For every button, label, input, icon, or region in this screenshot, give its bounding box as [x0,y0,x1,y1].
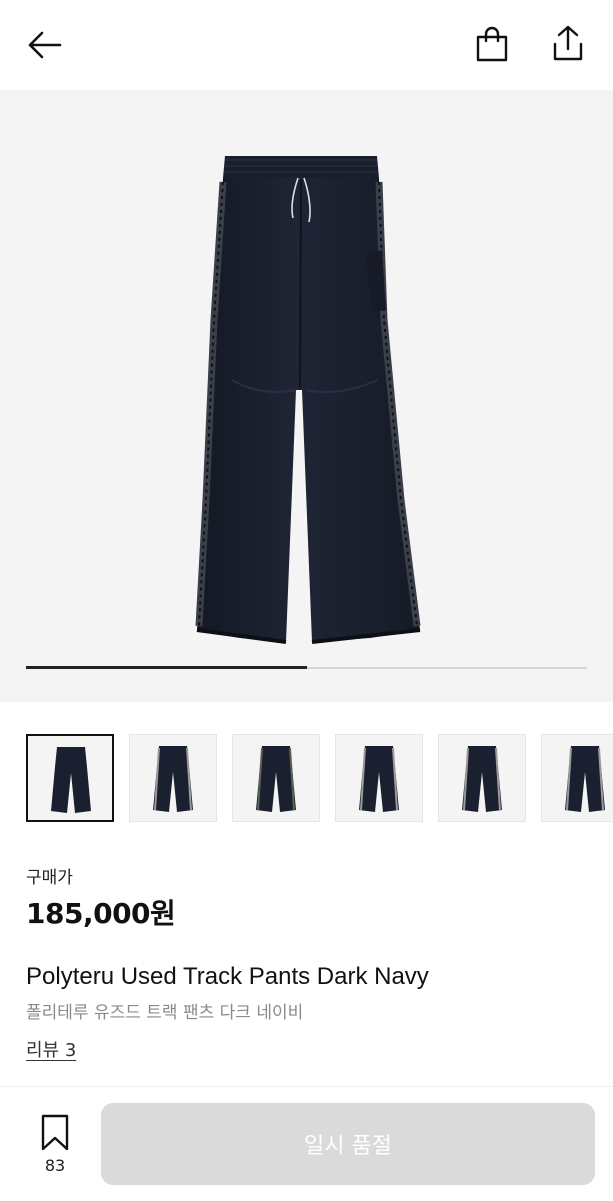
bookmark-count: 83 [44,1156,66,1175]
product-title-ko: 폴리테루 유즈드 트랙 팬츠 다크 네이비 [26,1003,304,1023]
share-button[interactable] [546,22,590,64]
back-button[interactable] [22,26,66,64]
gallery-progress-track [26,666,587,669]
thumbnail-6[interactable] [541,734,613,822]
product-image-gallery[interactable] [0,90,613,702]
thumbnail-strip [26,734,613,824]
product-title-en: Polyteru Used Track Pants Dark Navy [26,963,429,990]
price-label: 구매가 [26,868,73,888]
sold-out-button[interactable]: 일시 품절 [101,1103,595,1185]
share-icon [553,25,583,61]
thumbnail-4[interactable] [335,734,423,822]
product-price: 185,000원 [26,897,176,930]
arrow-left-icon [28,31,62,59]
bookmark-button[interactable]: 83 [32,1112,78,1182]
thumbnail-1[interactable] [26,734,114,822]
review-link[interactable]: 리뷰 3 [26,1036,76,1062]
shopping-bag-icon [476,26,508,62]
thumbnail-2[interactable] [129,734,217,822]
gallery-progress-fill [26,666,307,669]
bookmark-icon [41,1114,69,1151]
top-nav-bar [0,0,613,90]
thumbnail-5[interactable] [438,734,526,822]
product-image [195,156,421,644]
thumbnail-3[interactable] [232,734,320,822]
shopping-bag-button[interactable] [470,24,514,64]
